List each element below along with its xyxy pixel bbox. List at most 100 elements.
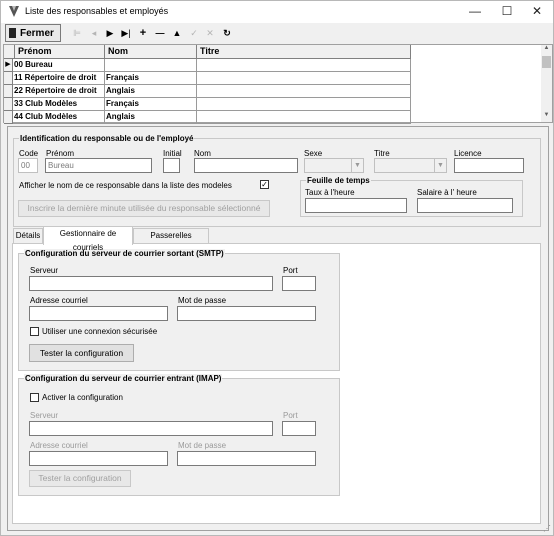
- imap-title: Configuration du serveur de courrier ent…: [24, 374, 223, 383]
- imap-test-button[interactable]: Tester la configuration: [29, 470, 131, 487]
- licence-label: Licence: [454, 149, 482, 158]
- code-label: Code: [19, 149, 39, 158]
- row-pointer-icon: ▶: [4, 59, 13, 72]
- table-row[interactable]: 33 Club Modèles Français: [4, 98, 411, 111]
- cancel-icon[interactable]: ✕: [203, 26, 217, 40]
- up-icon[interactable]: ▲: [170, 26, 184, 40]
- delete-icon[interactable]: —: [153, 26, 167, 40]
- imap-port-field[interactable]: [282, 421, 316, 436]
- smtp-email-field[interactable]: [29, 306, 168, 321]
- smtp-email-label: Adresse courriel: [30, 296, 88, 305]
- imap-password-field[interactable]: [177, 451, 316, 466]
- maximize-button[interactable]: ☐: [491, 2, 523, 21]
- chevron-down-icon: ▼: [351, 159, 363, 172]
- grid-corner: [4, 45, 15, 59]
- tab-details[interactable]: Détails: [13, 228, 43, 244]
- secure-connection-checkbox[interactable]: [30, 327, 39, 336]
- sexe-select[interactable]: ▼: [304, 158, 364, 173]
- licence-field[interactable]: [454, 158, 524, 173]
- chevron-down-icon: ▼: [434, 159, 446, 172]
- add-icon[interactable]: +: [136, 26, 150, 40]
- grid-scrollbar[interactable]: ▲ ▼: [541, 45, 552, 122]
- smtp-port-field[interactable]: [282, 276, 316, 291]
- code-field[interactable]: 00: [18, 158, 38, 173]
- salary-label: Salaire à l' heure: [417, 188, 477, 197]
- show-name-label: Afficher le nom de ce responsable dans l…: [19, 181, 232, 190]
- cell-prenom[interactable]: 22 Répertoire de droit: [13, 85, 105, 98]
- window-title: Liste des responsables et employés: [25, 6, 169, 16]
- timesheet-title: Feuille de temps: [306, 176, 371, 185]
- insert-last-minute-button[interactable]: Inscrire la dernière minute utilisée du …: [18, 200, 270, 217]
- tab-email-manager[interactable]: Gestionnaire de courriels: [43, 226, 133, 252]
- imap-server-field[interactable]: [29, 421, 273, 436]
- activate-config-checkbox[interactable]: [30, 393, 39, 402]
- rate-field[interactable]: [305, 198, 407, 213]
- column-header-nom[interactable]: Nom: [105, 45, 197, 59]
- cell-prenom[interactable]: 33 Club Modèles: [13, 98, 105, 111]
- toolbar: Fermer ⊫ ◂ ▶ ▶| + — ▲ ✓ ✕ ↻: [1, 23, 553, 43]
- cell-titre[interactable]: [197, 98, 411, 111]
- row-selector: [4, 72, 13, 85]
- cell-titre[interactable]: [197, 59, 411, 72]
- cell-nom[interactable]: [105, 59, 197, 72]
- titre-label: Titre: [374, 149, 390, 158]
- initial-label: Initial: [163, 149, 182, 158]
- imap-email-label: Adresse courriel: [30, 441, 88, 450]
- row-selector: [4, 98, 13, 111]
- identification-title: Identification du responsable ou de l'em…: [19, 134, 195, 143]
- imap-server-label: Serveur: [30, 411, 59, 420]
- smtp-title: Configuration du serveur de courrier sor…: [24, 249, 225, 258]
- cell-titre[interactable]: [197, 85, 411, 98]
- titre-select[interactable]: ▼: [374, 158, 447, 173]
- nom-field[interactable]: [194, 158, 298, 173]
- close-button[interactable]: Fermer: [5, 24, 61, 42]
- first-record-icon[interactable]: ⊫: [70, 26, 84, 40]
- activate-config-label: Activer la configuration: [42, 393, 123, 402]
- minimize-button[interactable]: —: [459, 2, 491, 21]
- imap-password-label: Mot de passe: [178, 441, 227, 450]
- table-row[interactable]: 22 Répertoire de droit Anglais: [4, 85, 411, 98]
- close-window-button[interactable]: ✕: [521, 2, 553, 21]
- cell-prenom[interactable]: 44 Club Modèles: [13, 111, 105, 124]
- salary-field[interactable]: [417, 198, 513, 213]
- scroll-up-icon[interactable]: ▲: [541, 45, 552, 55]
- row-selector: [4, 111, 13, 124]
- refresh-icon[interactable]: ↻: [220, 26, 234, 40]
- cell-nom[interactable]: Anglais: [105, 85, 197, 98]
- rate-label: Taux à l'heure: [305, 188, 355, 197]
- last-record-icon[interactable]: ▶|: [119, 26, 133, 40]
- column-header-prenom[interactable]: Prénom: [15, 45, 105, 59]
- smtp-server-field[interactable]: [29, 276, 273, 291]
- secure-connection-label: Utiliser une connexion sécurisée: [42, 327, 158, 336]
- cell-nom[interactable]: Anglais: [105, 111, 197, 124]
- imap-email-field[interactable]: [29, 451, 168, 466]
- smtp-port-label: Port: [283, 266, 298, 275]
- save-icon[interactable]: ✓: [187, 26, 201, 40]
- scroll-thumb[interactable]: [542, 56, 551, 68]
- next-record-icon[interactable]: ▶: [103, 26, 117, 40]
- resize-grip-icon[interactable]: ⋰: [543, 524, 551, 533]
- column-header-titre[interactable]: Titre: [197, 45, 411, 59]
- cell-nom[interactable]: Français: [105, 72, 197, 85]
- row-selector: [4, 85, 13, 98]
- smtp-password-field[interactable]: [177, 306, 316, 321]
- title-bar: Liste des responsables et employés — ☐ ✕: [1, 1, 553, 23]
- cell-prenom[interactable]: 11 Répertoire de droit: [13, 72, 105, 85]
- table-row[interactable]: 11 Répertoire de droit Français: [4, 72, 411, 85]
- prev-record-icon[interactable]: ◂: [87, 26, 101, 40]
- table-row[interactable]: ▶ 00 Bureau: [4, 59, 411, 72]
- smtp-test-button[interactable]: Tester la configuration: [29, 344, 134, 362]
- cell-titre[interactable]: [197, 111, 411, 124]
- cell-nom[interactable]: Français: [105, 98, 197, 111]
- tab-external-gateways[interactable]: Passerelles externes: [133, 228, 209, 254]
- records-grid: Prénom Nom Titre ▶ 00 Bureau 11 Répertoi…: [3, 44, 553, 124]
- cell-titre[interactable]: [197, 72, 411, 85]
- prenom-field[interactable]: Bureau: [45, 158, 152, 173]
- initial-field[interactable]: [163, 158, 180, 173]
- scroll-down-icon[interactable]: ▼: [541, 112, 552, 122]
- table-row[interactable]: 44 Club Modèles Anglais: [4, 111, 411, 124]
- cell-prenom[interactable]: 00 Bureau: [13, 59, 105, 72]
- show-name-checkbox[interactable]: ✓: [260, 180, 269, 189]
- main-window: Liste des responsables et employés — ☐ ✕…: [0, 0, 554, 536]
- door-icon: [9, 28, 16, 38]
